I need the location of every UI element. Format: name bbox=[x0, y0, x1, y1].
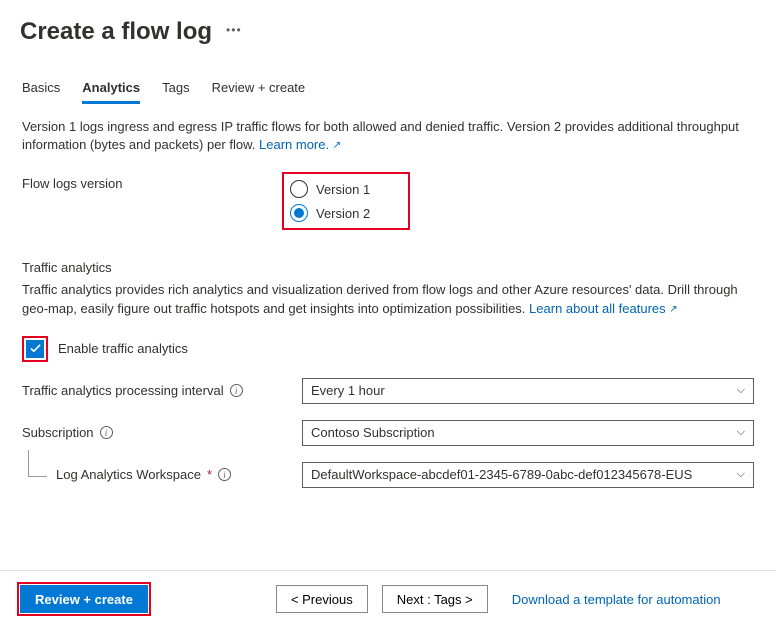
subscription-label: Subscription i bbox=[22, 425, 302, 440]
radio-icon bbox=[290, 204, 308, 222]
tab-basics[interactable]: Basics bbox=[22, 80, 60, 104]
external-link-icon: ↗ bbox=[669, 303, 677, 317]
flow-version-radio-group: Version 1 Version 2 bbox=[282, 172, 410, 230]
enable-traffic-checkbox[interactable] bbox=[26, 340, 44, 358]
next-button[interactable]: Next : Tags > bbox=[382, 585, 488, 613]
flow-version-label: Flow logs version bbox=[22, 172, 282, 191]
subscription-select[interactable]: Contoso Subscription ⌵ bbox=[302, 420, 754, 446]
radio-icon bbox=[290, 180, 308, 198]
tab-bar: Basics Analytics Tags Review + create bbox=[0, 46, 776, 104]
workspace-label: Log Analytics Workspace * i bbox=[56, 467, 302, 482]
radio-version-2[interactable]: Version 2 bbox=[290, 204, 370, 222]
learn-features-link[interactable]: Learn about all features ↗ bbox=[529, 301, 678, 316]
radio-label: Version 2 bbox=[316, 206, 370, 221]
enable-traffic-label: Enable traffic analytics bbox=[58, 341, 188, 356]
info-icon[interactable]: i bbox=[230, 384, 243, 397]
previous-button[interactable]: < Previous bbox=[276, 585, 368, 613]
interval-select[interactable]: Every 1 hour ⌵ bbox=[302, 378, 754, 404]
learn-more-link[interactable]: Learn more. ↗ bbox=[259, 137, 341, 152]
select-value: DefaultWorkspace-abcdef01-2345-6789-0abc… bbox=[311, 467, 692, 482]
chevron-down-icon: ⌵ bbox=[737, 468, 745, 481]
version-desc-text: Version 1 logs ingress and egress IP tra… bbox=[22, 119, 739, 152]
version-description: Version 1 logs ingress and egress IP tra… bbox=[22, 118, 754, 154]
traffic-description: Traffic analytics provides rich analytic… bbox=[22, 281, 754, 317]
tab-tags[interactable]: Tags bbox=[162, 80, 189, 104]
info-icon[interactable]: i bbox=[218, 468, 231, 481]
info-icon[interactable]: i bbox=[100, 426, 113, 439]
traffic-analytics-heading: Traffic analytics bbox=[22, 260, 754, 275]
select-value: Contoso Subscription bbox=[311, 425, 435, 440]
checkmark-icon bbox=[30, 343, 41, 354]
review-create-button[interactable]: Review + create bbox=[20, 585, 148, 613]
tab-analytics[interactable]: Analytics bbox=[82, 80, 140, 104]
select-value: Every 1 hour bbox=[311, 383, 385, 398]
interval-label: Traffic analytics processing interval i bbox=[22, 383, 302, 398]
radio-label: Version 1 bbox=[316, 182, 370, 197]
chevron-down-icon: ⌵ bbox=[737, 384, 745, 397]
tab-review[interactable]: Review + create bbox=[212, 80, 306, 104]
radio-version-1[interactable]: Version 1 bbox=[290, 180, 370, 198]
workspace-select[interactable]: DefaultWorkspace-abcdef01-2345-6789-0abc… bbox=[302, 462, 754, 488]
more-icon[interactable]: ••• bbox=[226, 23, 242, 41]
page-title: Create a flow log bbox=[20, 18, 212, 46]
external-link-icon: ↗ bbox=[333, 139, 341, 153]
download-template-link[interactable]: Download a template for automation bbox=[512, 592, 721, 607]
chevron-down-icon: ⌵ bbox=[737, 426, 745, 439]
footer-bar: Review + create < Previous Next : Tags >… bbox=[0, 570, 776, 627]
required-indicator: * bbox=[207, 467, 212, 482]
